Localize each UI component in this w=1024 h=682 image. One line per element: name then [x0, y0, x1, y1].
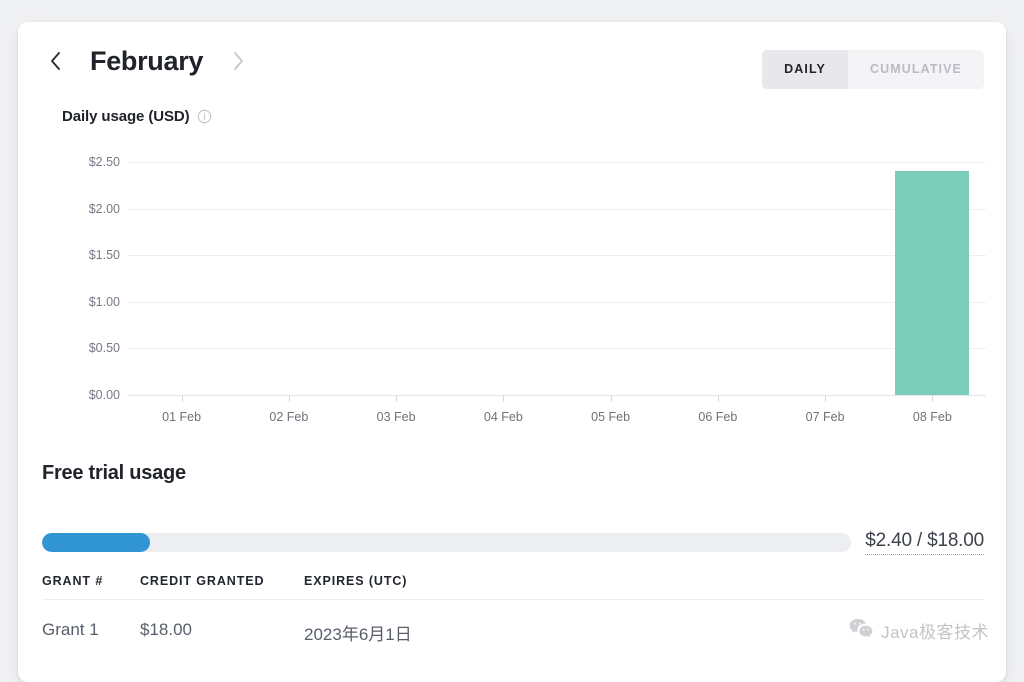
grant-cell: Grant 1: [42, 620, 99, 639]
table-header-row: GRANT # CREDIT GRANTED EXPIRES (UTC): [42, 574, 984, 600]
x-axis-tick-label: 03 Feb: [376, 410, 416, 424]
page-title: February: [90, 45, 204, 76]
credit-cell: $18.00: [140, 620, 192, 639]
grants-table: GRANT # CREDIT GRANTED EXPIRES (UTC) Gra…: [42, 574, 984, 645]
expires-cell: 2023年6月1日: [304, 625, 412, 644]
free-trial-heading: Free trial usage: [42, 462, 186, 484]
x-axis-tick-mark: [181, 395, 183, 402]
x-axis-tick-mark: [503, 395, 505, 402]
x-axis-tick-label: 05 Feb: [591, 410, 631, 424]
column-header-grant: GRANT #: [42, 574, 104, 588]
y-axis-tick-label: $0.50: [88, 341, 120, 356]
info-circle-icon[interactable]: [197, 109, 212, 124]
x-axis-tick-mark: [717, 395, 719, 402]
chart-bar-slot[interactable]: [450, 162, 557, 395]
month-navigator: February: [42, 41, 251, 81]
y-axis-tick-label: $2.00: [88, 201, 120, 216]
usage-amount-label[interactable]: $2.40 / $18.00: [865, 530, 984, 555]
progress-bar-track: [42, 532, 852, 552]
chart-bar-slot[interactable]: [128, 162, 235, 395]
chart-bar[interactable]: [895, 171, 970, 395]
column-header-expires: EXPIRES (UTC): [304, 574, 408, 588]
tab-daily[interactable]: DAILY: [762, 50, 848, 89]
card-header: February DAILY CUMULATIVE: [18, 22, 1006, 100]
x-axis-tick-label: 07 Feb: [805, 410, 845, 424]
chevron-left-icon[interactable]: [42, 41, 68, 81]
table-row: Grant 1 $18.00 2023年6月1日: [42, 600, 984, 645]
x-axis-tick-mark: [288, 395, 290, 402]
chart-bar-slot[interactable]: [343, 162, 450, 395]
y-axis-tick-label: $0.00: [88, 388, 120, 402]
x-axis-tick-label: 08 Feb: [912, 410, 952, 424]
x-axis-tick-mark: [396, 395, 398, 402]
column-header-credit: CREDIT GRANTED: [140, 574, 265, 588]
chart-bar-slot[interactable]: [557, 162, 664, 395]
x-axis-tick-label: 01 Feb: [162, 410, 202, 424]
chevron-right-icon[interactable]: [225, 41, 251, 81]
view-mode-toggle: DAILY CUMULATIVE: [762, 50, 984, 89]
chart-bar-slot[interactable]: [772, 162, 879, 395]
daily-usage-chart: $2.50 $2.00 $1.50 $1.00 $0.50 $0.00 01 Feb 02 …: [62, 155, 992, 437]
chart-bar-slot[interactable]: [664, 162, 771, 395]
chart-title: Daily usage (USD): [62, 108, 190, 125]
table-body: Grant 1 $18.00 2023年6月1日: [42, 600, 984, 645]
free-trial-progress-row: $2.40 / $18.00: [42, 530, 984, 555]
y-axis-tick-label: $2.50: [88, 155, 120, 169]
chart-title-row: Daily usage (USD): [62, 108, 212, 125]
tab-cumulative[interactable]: CUMULATIVE: [848, 50, 984, 89]
x-axis-tick-mark: [932, 395, 934, 402]
chart-plot-area: [128, 162, 986, 395]
usage-card: February DAILY CUMULATIVE Daily usage (U…: [18, 22, 1006, 682]
progress-bar-fill: [42, 532, 150, 552]
chart-bar-slot[interactable]: [879, 162, 986, 395]
x-axis-tick-label: 02 Feb: [269, 410, 309, 424]
x-axis-tick-label: 04 Feb: [483, 410, 523, 424]
chart-bar-slot[interactable]: [235, 162, 342, 395]
x-axis-tick-mark: [825, 395, 827, 402]
y-axis-tick-label: $1.00: [88, 294, 120, 309]
chart-x-axis: 01 Feb 02 Feb 03 Feb 04 Feb 05 Feb 06 Feb 07 F…: [128, 395, 986, 437]
x-axis-tick-mark: [610, 395, 612, 402]
x-axis-tick-label: 06 Feb: [698, 410, 738, 424]
y-axis-tick-label: $1.50: [88, 248, 120, 263]
